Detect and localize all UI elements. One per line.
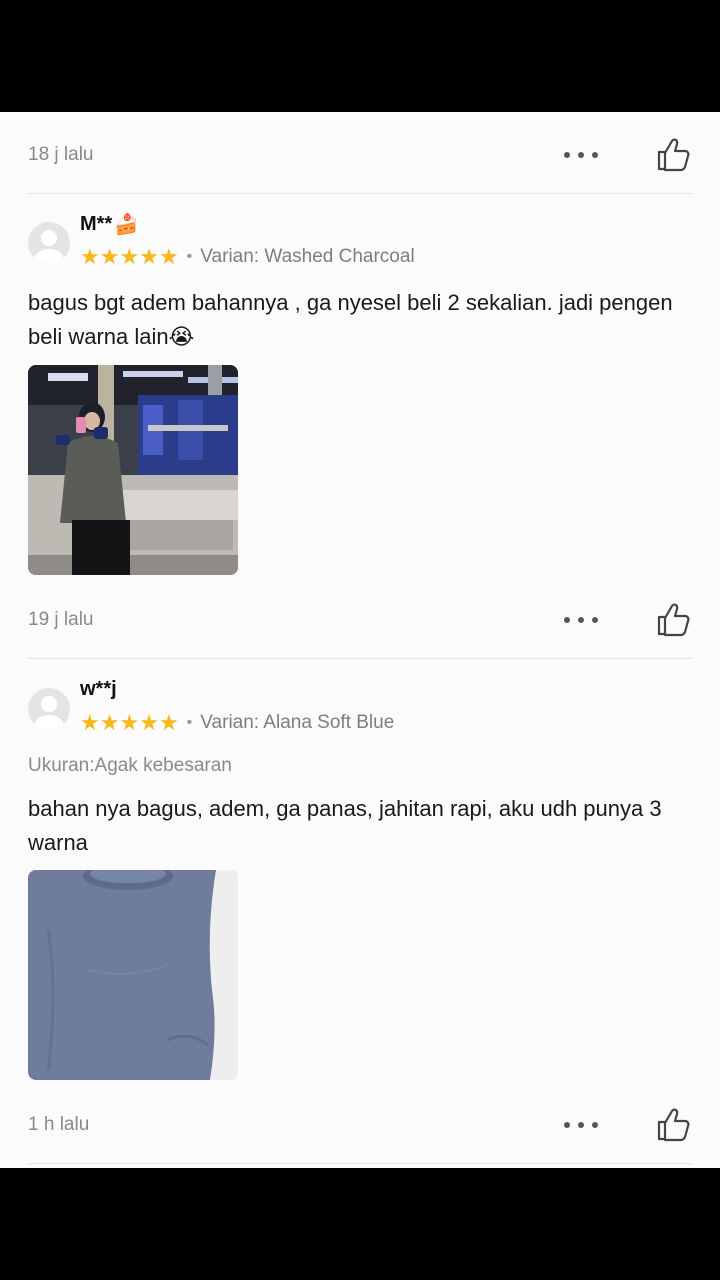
star-icon: ★ <box>139 710 159 735</box>
cake-emoji-icon: 🍰 <box>114 214 140 236</box>
reviewer-name: M** 🍰 <box>80 212 139 237</box>
default-avatar-icon[interactable] <box>28 688 70 730</box>
review-time: 19 j lalu <box>28 609 94 630</box>
variant-label: Varian: Washed Charcoal <box>200 246 415 267</box>
review-meta-row: 19 j lalu <box>28 600 692 640</box>
divider <box>28 658 692 659</box>
thumbs-up-icon[interactable] <box>656 600 692 638</box>
more-options-button[interactable] <box>564 608 598 632</box>
top-black-bar <box>0 0 720 112</box>
star-rating: ★ ★ ★ ★ ★ <box>80 712 179 734</box>
review-list: 18 j lalu M** 🍰 ★ ★ ★ ★ ★ • Varian: Wash… <box>0 112 720 1168</box>
separator-dot: • <box>186 248 193 265</box>
thumbs-up-icon[interactable] <box>656 135 692 173</box>
reviewer-name: w**j <box>80 678 117 701</box>
reviewer-name-text: M** <box>80 213 113 235</box>
review-text: bahan nya bagus, adem, ga panas, jahitan… <box>28 796 662 855</box>
more-dots-icon <box>564 152 570 158</box>
star-icon: ★ <box>139 244 159 269</box>
review-meta-row: 18 j lalu <box>28 135 692 175</box>
rating-line: ★ ★ ★ ★ ★ • Varian: Alana Soft Blue <box>80 712 394 734</box>
variant-label: Varian: Alana Soft Blue <box>200 712 395 733</box>
rating-line: ★ ★ ★ ★ ★ • Varian: Washed Charcoal <box>80 246 415 268</box>
review-meta-row: 1 h lalu <box>28 1105 692 1145</box>
star-icon: ★ <box>158 244 179 269</box>
divider <box>28 1163 692 1164</box>
more-options-button[interactable] <box>564 1113 598 1137</box>
bottom-black-bar <box>0 1168 720 1280</box>
thumbs-up-icon[interactable] <box>656 1105 692 1143</box>
review-header: M** 🍰 ★ ★ ★ ★ ★ • Varian: Washed Charcoa… <box>28 212 692 274</box>
divider <box>28 193 692 194</box>
review-text: bagus bgt adem bahannya , ga nyesel beli… <box>28 290 673 349</box>
star-icon: ★ <box>158 710 179 735</box>
review-time: 18 j lalu <box>28 144 94 165</box>
star-icon: ★ <box>99 244 120 269</box>
reviewer-name-text: w**j <box>80 678 117 700</box>
star-icon: ★ <box>119 710 140 735</box>
size-note: Ukuran:Agak kebesaran <box>28 755 232 776</box>
star-rating: ★ ★ ★ ★ ★ <box>80 246 179 268</box>
star-icon: ★ <box>80 710 100 735</box>
more-options-button[interactable] <box>564 143 598 167</box>
photo-blue-shirt[interactable] <box>28 870 238 1080</box>
star-icon: ★ <box>99 710 120 735</box>
review-time: 1 h lalu <box>28 1114 90 1135</box>
more-dots-icon <box>564 1122 570 1128</box>
review-header: w**j ★ ★ ★ ★ ★ • Varian: Alana Soft Blue <box>28 678 692 740</box>
star-icon: ★ <box>80 244 100 269</box>
default-avatar-icon[interactable] <box>28 222 70 264</box>
separator-dot: • <box>186 714 193 731</box>
photo-gym-mirror-selfie[interactable] <box>28 365 238 575</box>
more-dots-icon <box>564 617 570 623</box>
star-icon: ★ <box>119 244 140 269</box>
